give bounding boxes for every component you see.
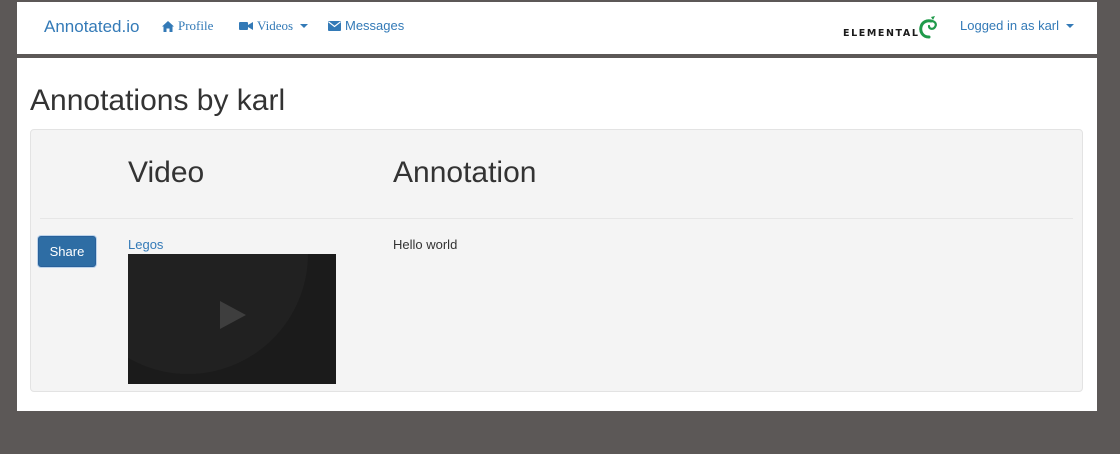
column-header-annotation: Annotation [393, 156, 537, 189]
nav-messages[interactable]: Messages [328, 18, 404, 33]
main-content: Annotations by karl Video Annotation Sha… [17, 58, 1097, 411]
video-poster-shade [128, 254, 308, 374]
elemental-swirl-icon [919, 15, 939, 44]
annotations-table: Video Annotation Share Legos Hello world [30, 129, 1083, 392]
user-menu-label: Logged in as karl [960, 18, 1060, 33]
home-icon [162, 20, 174, 32]
nav-videos-label: Videos [257, 18, 294, 33]
envelope-icon [328, 20, 341, 31]
annotation-text: Hello world [393, 237, 458, 252]
column-header-video: Video [128, 156, 205, 189]
brand-link[interactable]: Annotated.io [44, 17, 139, 37]
nav-messages-label: Messages [345, 18, 405, 33]
elemental-logo: ELEMENTAL [843, 15, 939, 44]
nav-videos-dropdown[interactable]: Videos [239, 18, 309, 34]
nav-profile[interactable]: Profile [162, 18, 213, 34]
header-divider [40, 218, 1073, 219]
share-button[interactable]: Share [38, 236, 96, 267]
play-icon[interactable] [220, 301, 246, 334]
chevron-down-icon [1066, 23, 1075, 28]
video-title-link[interactable]: Legos [128, 237, 163, 252]
chevron-down-icon [300, 24, 309, 28]
user-menu-dropdown[interactable]: Logged in as karl [960, 18, 1075, 33]
page-title: Annotations by karl [30, 84, 286, 117]
nav-profile-label: Profile [178, 18, 214, 33]
video-camera-icon [239, 21, 253, 31]
top-navbar: Annotated.io Profile Videos Messages ELE… [17, 2, 1097, 54]
logo-text: ELEMENTAL [843, 28, 920, 39]
video-player[interactable] [128, 254, 336, 384]
